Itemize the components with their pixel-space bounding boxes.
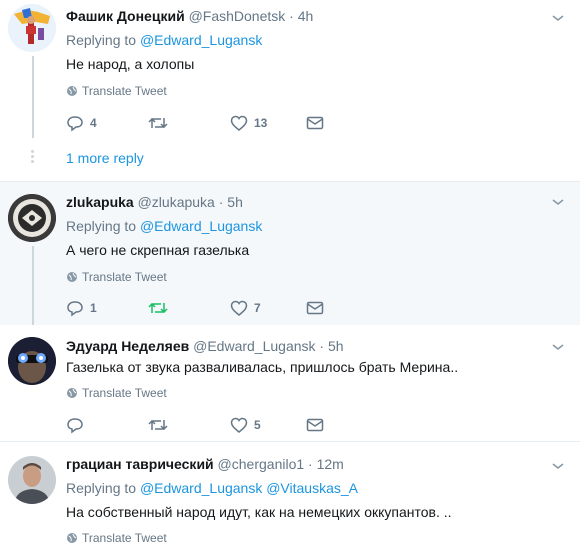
replying-to-label: Replying to xyxy=(66,32,137,48)
translate-label: Translate Tweet xyxy=(82,531,167,545)
reply-button[interactable]: 1 xyxy=(66,298,97,318)
like-count: 7 xyxy=(254,301,261,315)
retweet-icon xyxy=(148,117,168,129)
message-button[interactable] xyxy=(306,298,324,318)
replying-to-label: Replying to xyxy=(66,480,137,496)
author-name[interactable]: грациан таврический xyxy=(66,456,214,472)
avatar-image xyxy=(8,456,56,504)
replying-to: Replying to @Edward_Lugansk @Vitauskas_A xyxy=(66,480,358,496)
tweet-3[interactable]: Эдуард Неделяев @Edward_Lugansk · 5h Газ… xyxy=(0,325,580,440)
mention-link[interactable]: @Edward_Lugansk @Vitauskas_A xyxy=(140,480,358,496)
translate-tweet-link[interactable]: Translate Tweet xyxy=(66,84,167,98)
reply-count: 4 xyxy=(90,116,97,130)
retweet-button[interactable] xyxy=(148,113,168,133)
like-button[interactable]: 13 xyxy=(230,113,267,133)
envelope-icon xyxy=(306,301,324,315)
heart-icon xyxy=(230,417,248,433)
mention-link[interactable]: @Edward_Lugansk xyxy=(140,218,262,234)
heart-icon xyxy=(230,300,248,316)
reply-button[interactable]: 4 xyxy=(66,113,97,133)
translate-label: Translate Tweet xyxy=(82,84,167,98)
reply-icon xyxy=(67,116,83,132)
author-name[interactable]: Эдуард Неделяев xyxy=(66,338,189,354)
envelope-icon xyxy=(306,116,324,130)
tweet-actions: 1 7 xyxy=(66,298,366,318)
replying-to: Replying to @Edward_Lugansk xyxy=(66,218,262,234)
author-handle[interactable]: @cherganilo1 xyxy=(218,456,305,472)
avatar[interactable] xyxy=(8,4,56,52)
author-handle[interactable]: @FashDonetsk xyxy=(189,8,286,24)
chevron-down-icon[interactable] xyxy=(550,458,566,474)
tweet-text: А чего не скрепная газелька xyxy=(66,242,250,258)
like-count: 5 xyxy=(254,418,261,432)
translate-label: Translate Tweet xyxy=(82,386,167,400)
thread-line xyxy=(32,246,34,325)
tweet-1[interactable]: Фашик Донецкий @FashDonetsk · 4h Replyin… xyxy=(0,0,580,181)
translate-tweet-link[interactable]: Translate Tweet xyxy=(66,386,167,400)
author-name[interactable]: zlukapuka xyxy=(66,194,134,210)
retweet-button[interactable] xyxy=(148,298,168,318)
globe-icon xyxy=(67,272,77,282)
tweet-time[interactable]: · 4h xyxy=(289,8,313,24)
tweet-time[interactable]: · 5h xyxy=(219,194,243,210)
avatar[interactable] xyxy=(8,337,56,385)
globe-icon xyxy=(67,86,77,96)
chevron-down-icon[interactable] xyxy=(550,339,566,355)
retweet-button[interactable] xyxy=(148,415,168,435)
tweet-2[interactable]: zlukapuka @zlukapuka · 5h Replying to @E… xyxy=(0,182,580,325)
chevron-down-icon[interactable] xyxy=(550,10,566,26)
tweet-text: На собственный народ идут, как на немецк… xyxy=(66,504,452,520)
reply-button[interactable] xyxy=(66,415,84,435)
retweet-icon xyxy=(148,419,168,431)
author-handle[interactable]: @zlukapuka xyxy=(138,194,215,210)
avatar-image xyxy=(8,337,56,385)
thread-line xyxy=(32,56,34,138)
translate-tweet-link[interactable]: Translate Tweet xyxy=(66,270,167,284)
retweet-icon xyxy=(148,302,168,314)
author-name[interactable]: Фашик Донецкий xyxy=(66,8,185,24)
tweet-time[interactable]: · 5h xyxy=(319,338,343,354)
avatar[interactable] xyxy=(8,456,56,504)
like-button[interactable]: 5 xyxy=(230,415,261,435)
mention-link[interactable]: @Edward_Lugansk xyxy=(140,32,262,48)
replying-to: Replying to @Edward_Lugansk xyxy=(66,32,262,48)
translate-tweet-link[interactable]: Translate Tweet xyxy=(66,531,167,545)
translate-label: Translate Tweet xyxy=(82,270,167,284)
avatar-image xyxy=(8,194,56,242)
chevron-down-icon[interactable] xyxy=(550,194,566,210)
tweet-text: Газелька от звука разваливалась, пришлос… xyxy=(66,359,459,375)
heart-icon xyxy=(230,115,248,131)
globe-icon xyxy=(67,533,77,543)
thread-dots xyxy=(31,148,35,165)
like-button[interactable]: 7 xyxy=(230,298,261,318)
tweet-time[interactable]: · 12m xyxy=(308,456,344,472)
tweet-actions: 4 13 xyxy=(66,113,366,133)
globe-icon xyxy=(67,388,77,398)
envelope-icon xyxy=(306,418,324,432)
reply-icon xyxy=(67,301,83,317)
more-replies-link[interactable]: 1 more reply xyxy=(66,150,144,166)
avatar-image xyxy=(8,4,56,52)
reply-icon xyxy=(67,418,83,434)
message-button[interactable] xyxy=(306,415,324,435)
reply-count: 1 xyxy=(90,301,97,315)
replying-to-label: Replying to xyxy=(66,218,137,234)
tweet-4[interactable]: грациан таврический @cherganilo1 · 12m R… xyxy=(0,442,580,545)
avatar[interactable] xyxy=(8,194,56,242)
tweet-text: Не народ, а холопы xyxy=(66,56,195,72)
message-button[interactable] xyxy=(306,113,324,133)
like-count: 13 xyxy=(254,116,268,130)
tweet-actions: 5 xyxy=(66,415,366,435)
author-handle[interactable]: @Edward_Lugansk xyxy=(193,338,315,354)
